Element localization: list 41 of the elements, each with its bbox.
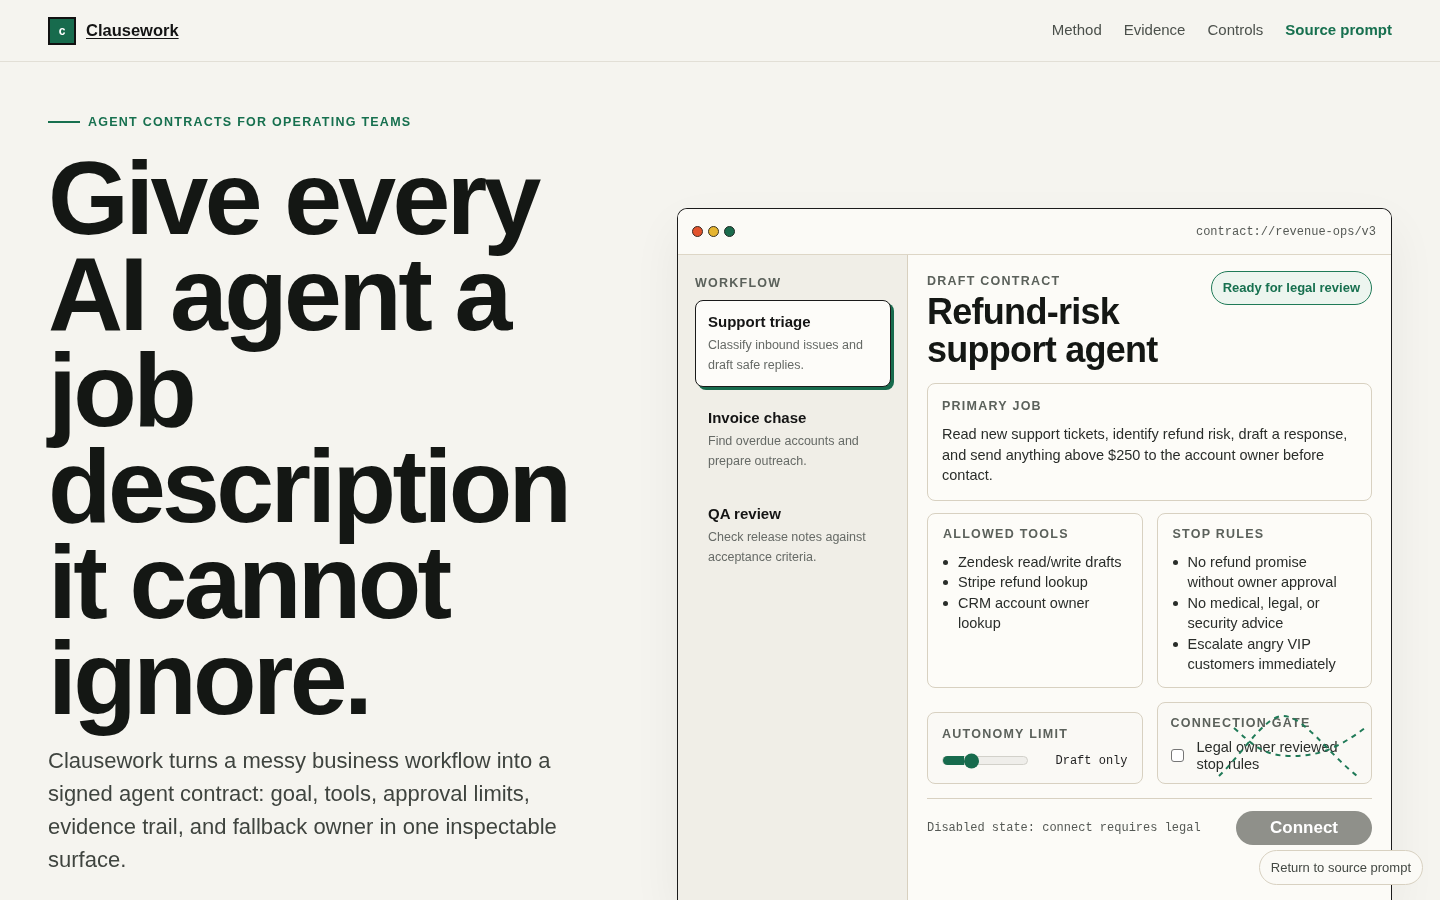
contract-title: Refund-risk support agent xyxy=(927,293,1159,369)
checkbox[interactable] xyxy=(1170,749,1184,762)
hero-description: Clausework turns a messy business workflow into a signed agent contract: goal, tools, approval limits, evidence trail, and fallback owner in one inspectable surface. xyxy=(48,747,558,874)
section-label: STOP RULES xyxy=(1172,525,1266,542)
bullet-icon xyxy=(943,559,948,565)
eyebrow-text: AGENT CONTRACTS FOR OPERATING TEAMS xyxy=(88,113,412,131)
brand-link[interactable]: Clausework xyxy=(86,18,179,43)
list-item-text: CRM account owner lookup xyxy=(958,593,1091,633)
slider-thumb[interactable] xyxy=(964,753,979,768)
logo: c xyxy=(48,16,76,45)
workflow-item[interactable]: Invoice chase Find overdue accounts and prepare outreach. xyxy=(695,396,891,483)
workflow-item[interactable]: Support triage Classify inbound issues and draft safe replies. xyxy=(695,300,891,387)
section-label: AUTONOMY LIMIT xyxy=(942,725,1070,742)
bullet-icon xyxy=(1172,600,1178,606)
section-label: ALLOWED TOOLS xyxy=(943,525,1070,542)
job-description: Read new support tickets, identify refund risk, draft a response, and send anything above $250 to the account owner before contact. xyxy=(942,425,1349,485)
bullet-icon xyxy=(943,600,948,606)
return-link[interactable]: Return to source prompt xyxy=(1258,849,1423,885)
list-item-text: No refund promise without owner approval xyxy=(1187,552,1338,592)
status-badge: Ready for legal review xyxy=(1210,271,1372,305)
bullet-icon xyxy=(1172,559,1178,565)
bullet-icon xyxy=(943,580,948,585)
footer-note: Disabled state: connect requires legal xyxy=(927,819,1201,837)
nav-link[interactable]: Method xyxy=(1051,19,1102,42)
section-label: DRAFT CONTRACT xyxy=(927,273,1062,289)
nav-link[interactable]: Controls xyxy=(1207,19,1264,42)
workflow-item[interactable]: QA review Check release notes against acceptance criteria. xyxy=(695,492,891,579)
list-item-text: Escalate angry VIP customers immediately xyxy=(1187,634,1337,674)
address-text: contract://revenue-ops/v3 xyxy=(1195,223,1376,241)
bullet-icon xyxy=(1172,641,1178,647)
slider-reading: Draft only xyxy=(1055,752,1128,770)
slider-track[interactable] xyxy=(942,756,1028,765)
nav-link[interactable]: Evidence xyxy=(1123,19,1186,42)
list-item-text: No medical, legal, or security advice xyxy=(1187,593,1321,633)
list-item-text: Zendesk read/write drafts xyxy=(958,552,1122,572)
section-label: PRIMARY JOB xyxy=(942,398,1043,414)
checkbox-label: Legal owner reviewed stop rules xyxy=(1196,738,1339,773)
nav-link[interactable]: Source prompt xyxy=(1285,19,1392,42)
list-item-text: Stripe refund lookup xyxy=(958,573,1088,592)
hero-heading: Give every AI agent a job description it cannot ignore. xyxy=(48,150,570,738)
section-label: WORKFLOW xyxy=(695,275,783,291)
